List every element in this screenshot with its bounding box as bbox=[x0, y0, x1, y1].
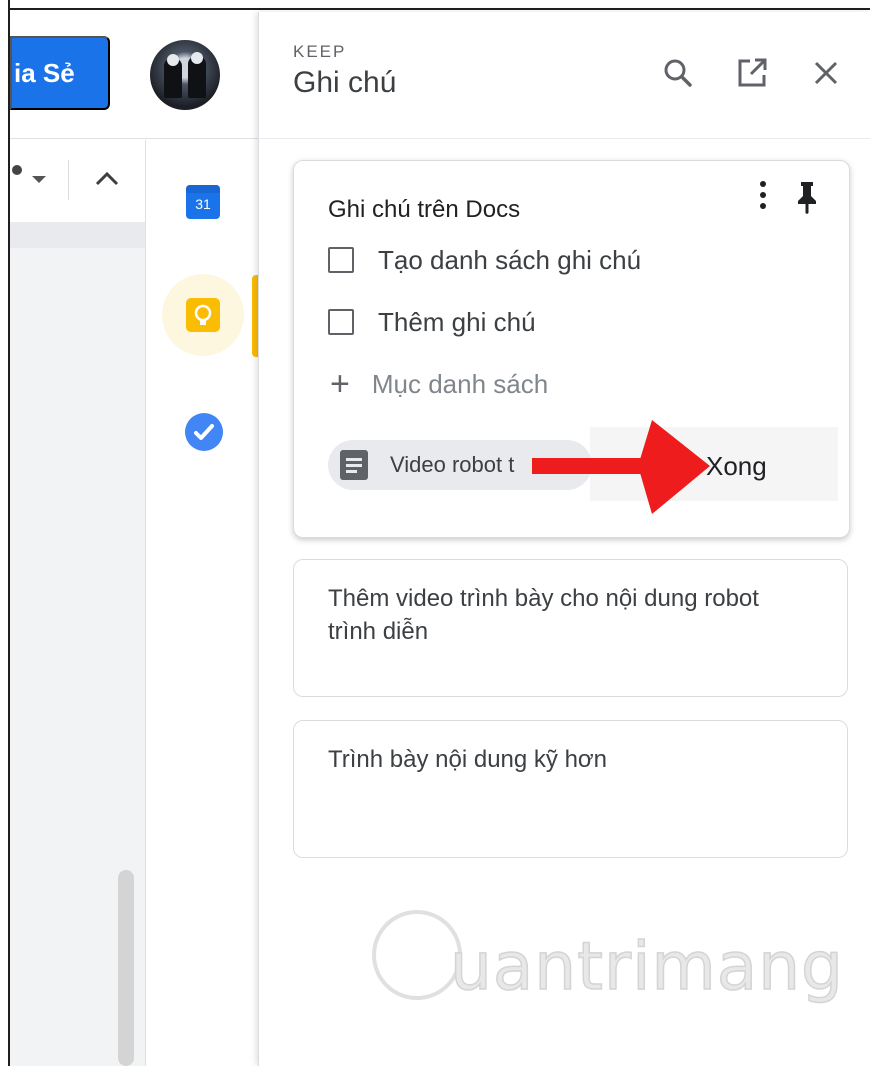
calendar-day: 31 bbox=[195, 196, 211, 212]
done-button[interactable]: Xong bbox=[706, 446, 800, 486]
doc-icon bbox=[340, 450, 368, 480]
linked-doc-title: Video robot t bbox=[390, 452, 515, 477]
window-left-edge bbox=[0, 0, 10, 1066]
watermark-text: uantrimang bbox=[449, 927, 844, 1006]
search-icon[interactable] bbox=[660, 55, 696, 91]
note-card[interactable]: Thêm video trình bày cho nội dung robot … bbox=[293, 559, 848, 697]
plus-icon: + bbox=[330, 365, 350, 403]
scrollbar[interactable] bbox=[118, 870, 134, 1066]
checkbox[interactable] bbox=[328, 309, 354, 335]
list-item-text[interactable]: Thêm ghi chú bbox=[378, 307, 536, 338]
note-title[interactable]: Ghi chú trên Docs bbox=[328, 196, 520, 224]
add-list-item[interactable]: + Mục danh sách bbox=[330, 364, 548, 404]
toolbar-divider bbox=[68, 160, 69, 200]
keep-icon[interactable] bbox=[186, 298, 220, 332]
panel-title: Ghi chú bbox=[293, 66, 397, 99]
toolbar-tool-icon[interactable] bbox=[12, 165, 22, 175]
pin-icon[interactable] bbox=[792, 178, 822, 216]
checkbox[interactable] bbox=[328, 247, 354, 273]
avatar[interactable] bbox=[150, 40, 220, 110]
note-card[interactable]: Trình bày nội dung kỹ hơn bbox=[293, 720, 848, 858]
open-in-new-icon[interactable] bbox=[734, 55, 770, 91]
list-item: Tạo danh sách ghi chú bbox=[328, 240, 641, 280]
share-button[interactable]: ia Sẻ bbox=[10, 36, 110, 110]
list-item-text[interactable]: Tạo danh sách ghi chú bbox=[378, 245, 641, 276]
list-item: Thêm ghi chú bbox=[328, 302, 536, 342]
tasks-icon[interactable] bbox=[185, 413, 223, 451]
red-arrow-annotation bbox=[532, 420, 710, 514]
ruler bbox=[10, 222, 145, 248]
close-icon[interactable] bbox=[808, 55, 844, 91]
header-divider bbox=[10, 138, 260, 139]
more-vert-icon[interactable] bbox=[752, 178, 774, 214]
calendar-icon[interactable]: 31 bbox=[186, 185, 220, 219]
chevron-up-icon[interactable] bbox=[92, 166, 122, 190]
chevron-down-icon[interactable] bbox=[32, 176, 46, 183]
note-text: Trình bày nội dung kỹ hơn bbox=[328, 746, 608, 773]
add-list-item-placeholder: Mục danh sách bbox=[371, 368, 549, 399]
panel-header-divider bbox=[258, 138, 870, 139]
window-top-edge bbox=[0, 0, 870, 10]
note-text: Thêm video trình bày cho nội dung robot … bbox=[328, 585, 759, 645]
app-label: KEEP bbox=[293, 42, 347, 61]
docs-toolbar bbox=[10, 140, 145, 222]
watermark-logo bbox=[372, 910, 462, 1000]
